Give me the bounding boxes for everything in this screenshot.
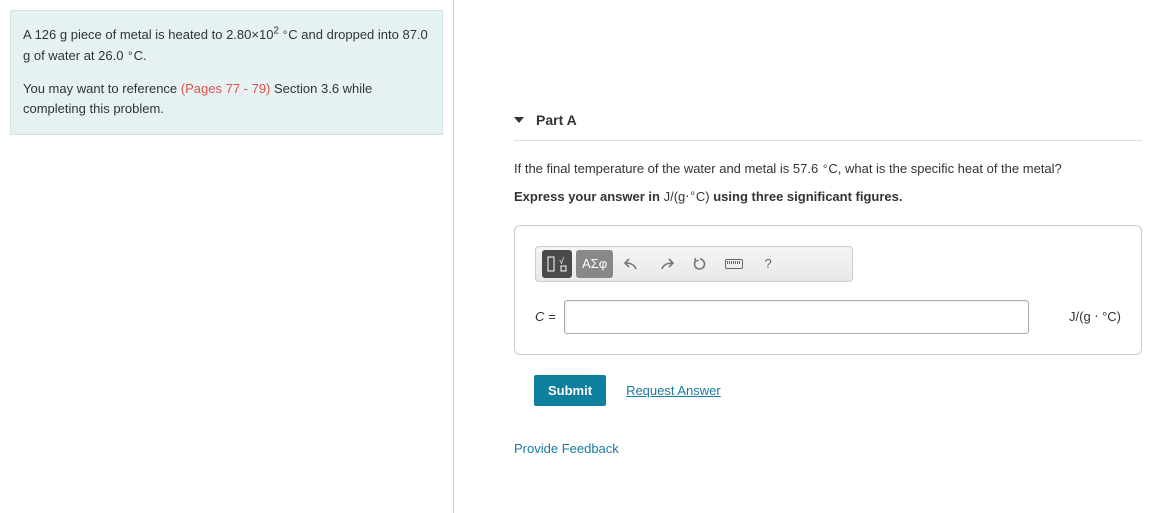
submit-button[interactable]: Submit (534, 375, 606, 406)
help-icon[interactable]: ? (753, 250, 783, 278)
input-row: C = J/(g ⋅ °C) (535, 300, 1121, 334)
reset-icon[interactable] (685, 250, 715, 278)
problem-text-1: A 126 g piece of metal is heated to 2.80… (23, 25, 430, 67)
answer-box: √ ΑΣφ ? C = J/(g ⋅ °C) (514, 225, 1142, 355)
feedback-link[interactable]: Provide Feedback (514, 441, 1142, 456)
reference-link[interactable]: (Pages 77 - 79) (181, 81, 271, 96)
request-answer-link[interactable]: Request Answer (626, 383, 721, 398)
formula-toolbar: √ ΑΣφ ? (535, 246, 853, 282)
instruction-text: Express your answer in J/(g⋅∘C) using th… (514, 189, 1142, 205)
answer-input[interactable] (564, 300, 1029, 334)
answer-panel: Part A If the final temperature of the w… (454, 0, 1172, 513)
unit-label: J/(g ⋅ °C) (1069, 309, 1121, 325)
submit-row: Submit Request Answer (514, 375, 1142, 406)
template-icon[interactable]: √ (542, 250, 572, 278)
variable-label: C = (535, 309, 556, 324)
part-title: Part A (536, 112, 577, 128)
keyboard-icon[interactable] (719, 250, 749, 278)
question-text: If the final temperature of the water an… (514, 159, 1142, 179)
undo-icon[interactable] (617, 250, 647, 278)
problem-statement: A 126 g piece of metal is heated to 2.80… (10, 10, 443, 135)
greek-button[interactable]: ΑΣφ (576, 250, 613, 278)
svg-text:√: √ (559, 256, 564, 266)
problem-text-2: You may want to reference (Pages 77 - 79… (23, 79, 430, 121)
collapse-icon (514, 117, 524, 123)
problem-panel: A 126 g piece of metal is heated to 2.80… (0, 0, 454, 513)
part-header[interactable]: Part A (514, 100, 1142, 141)
redo-icon[interactable] (651, 250, 681, 278)
